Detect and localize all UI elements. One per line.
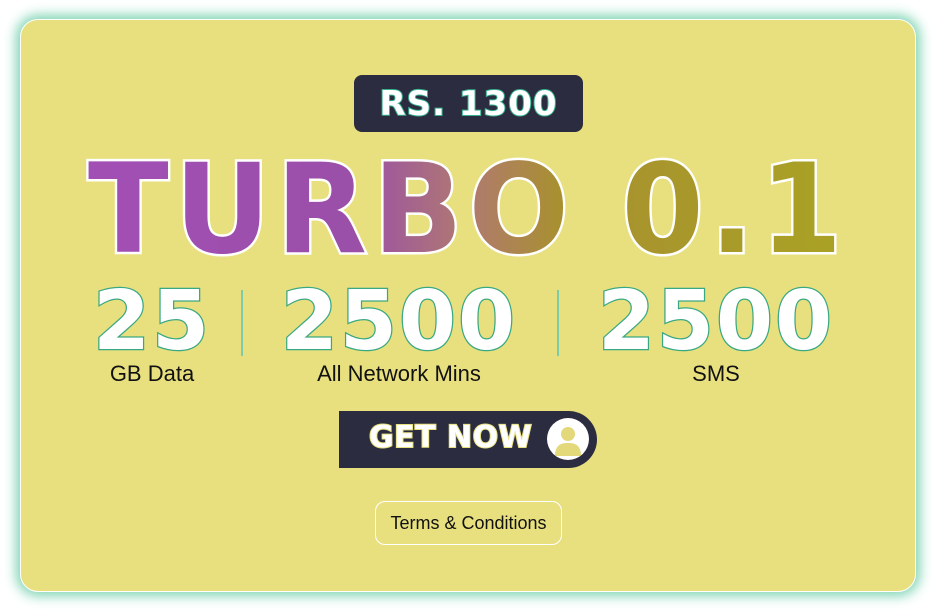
stat-sms: 2500 SMS [580, 274, 852, 392]
stat-divider [557, 290, 559, 356]
stat-divider [241, 290, 243, 356]
user-avatar-icon [547, 418, 589, 460]
package-title: TURBO 0.1 [86, 150, 848, 272]
get-now-button[interactable]: GET NOW [339, 411, 597, 468]
get-now-label: GET NOW [368, 419, 533, 456]
stat-minutes-value: 2500 [280, 274, 518, 369]
price-text: RS. 1300 [378, 83, 558, 125]
stat-data: 25 GB Data [86, 274, 218, 392]
package-title-text: TURBO 0.1 [88, 150, 848, 272]
stat-sms-value: 2500 [597, 274, 835, 369]
stat-minutes: 2500 All Network Mins [264, 274, 534, 392]
plan-stats: 25 GB Data 2500 All Network Mins 2500 SM… [86, 274, 856, 392]
stat-data-value: 25 [92, 274, 212, 369]
terms-conditions-button[interactable]: Terms & Conditions [375, 501, 562, 545]
price-badge: RS. 1300 [354, 75, 583, 132]
